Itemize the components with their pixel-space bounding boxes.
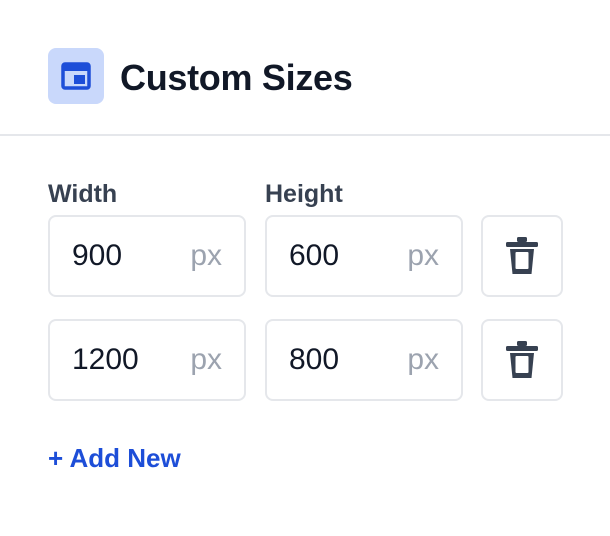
width-value: 900 [72, 239, 123, 272]
panel-title: Custom Sizes [120, 57, 353, 98]
height-column-label: Height [265, 180, 343, 208]
add-new-button[interactable]: + Add New [48, 441, 181, 475]
delete-row-2-button[interactable] [481, 319, 563, 401]
width-field-row-2[interactable]: 1200 px [48, 319, 246, 401]
width-unit: px [190, 343, 222, 376]
layout-icon [48, 48, 104, 104]
height-value: 800 [289, 343, 340, 376]
height-value: 600 [289, 239, 340, 272]
trash-icon [506, 341, 538, 378]
width-field-row-1[interactable]: 900 px [48, 215, 246, 297]
custom-sizes-panel: Custom Sizes Width Height 900 px 600 px … [0, 0, 610, 536]
panel-header: Custom Sizes [0, 0, 610, 136]
width-value: 1200 [72, 343, 139, 376]
height-field-row-1[interactable]: 600 px [265, 215, 463, 297]
delete-row-1-button[interactable] [481, 215, 563, 297]
height-unit: px [407, 343, 439, 376]
width-unit: px [190, 239, 222, 272]
trash-icon [506, 237, 538, 274]
height-field-row-2[interactable]: 800 px [265, 319, 463, 401]
width-column-label: Width [48, 180, 118, 208]
height-unit: px [407, 239, 439, 272]
